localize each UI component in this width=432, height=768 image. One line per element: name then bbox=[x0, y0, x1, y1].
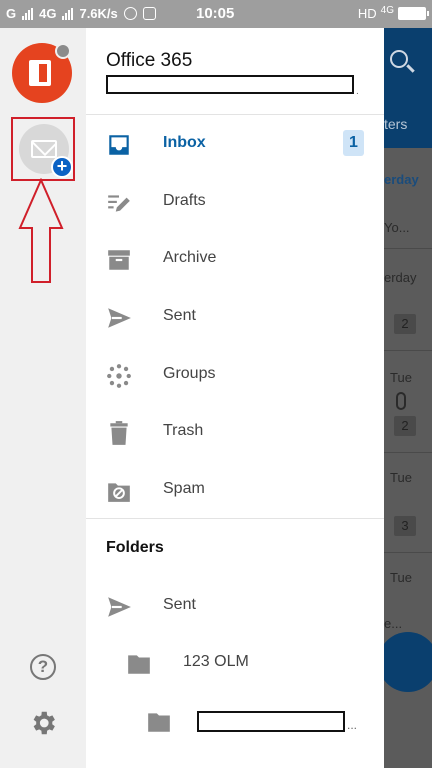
nav-label: Drafts bbox=[163, 192, 206, 209]
folder-item-sent[interactable]: Sent bbox=[86, 578, 384, 634]
unread-badge: 1 bbox=[343, 130, 364, 156]
trash-icon bbox=[110, 421, 128, 445]
nav-item-spam[interactable]: Spam bbox=[86, 462, 384, 518]
arrow-up-icon bbox=[18, 178, 64, 283]
thread-count: 2 bbox=[394, 416, 416, 436]
account-rail: + ? bbox=[0, 28, 86, 768]
row-divider bbox=[384, 248, 432, 249]
row-divider bbox=[384, 350, 432, 351]
nav-item-inbox[interactable]: Inbox 1 bbox=[86, 116, 384, 172]
message-snippet: Yo... bbox=[384, 220, 410, 235]
row-divider bbox=[384, 452, 432, 453]
thread-count: 3 bbox=[394, 516, 416, 536]
archive-icon bbox=[108, 250, 130, 270]
nav-label: Sent bbox=[163, 307, 196, 324]
navigation-drawer: Office 365 . Inbox 1 Drafts Archive Sent bbox=[86, 28, 384, 768]
filters-label: ters bbox=[384, 116, 408, 132]
folder-label: Sent bbox=[163, 596, 196, 613]
status-dot-icon bbox=[55, 43, 71, 59]
spam-folder-icon bbox=[108, 483, 130, 502]
nav-item-sent[interactable]: Sent bbox=[86, 289, 384, 345]
carrier-2: 4G bbox=[39, 6, 57, 21]
carrier-1: G bbox=[6, 6, 17, 21]
nav-item-groups[interactable]: Groups bbox=[86, 347, 384, 403]
nav-item-trash[interactable]: Trash bbox=[86, 404, 384, 460]
folder-item-123-olm[interactable]: 123 OLM bbox=[86, 635, 384, 691]
folder-ellipsis: ... bbox=[347, 718, 358, 732]
help-icon[interactable]: ? bbox=[30, 654, 56, 680]
office-logo-icon bbox=[29, 60, 51, 86]
nav-label: Inbox bbox=[163, 134, 206, 151]
envelope-icon bbox=[31, 140, 57, 158]
screenshot-icon bbox=[142, 7, 156, 20]
compose-button[interactable] bbox=[384, 632, 432, 692]
divider bbox=[86, 518, 384, 519]
date-header: erday bbox=[384, 172, 419, 187]
signal-icon bbox=[22, 7, 34, 20]
signal-icon-2 bbox=[62, 7, 74, 20]
nav-item-drafts[interactable]: Drafts bbox=[86, 174, 384, 230]
folder-icon bbox=[148, 713, 170, 732]
inbox-icon bbox=[109, 135, 129, 155]
row-divider bbox=[384, 552, 432, 553]
background-header: ters bbox=[384, 28, 432, 148]
network-label: 4G bbox=[380, 5, 394, 16]
nav-label: Spam bbox=[163, 480, 205, 497]
gear-icon[interactable] bbox=[28, 708, 58, 738]
status-bar: G 4G 7.6K/s 10:05 HD 4G bbox=[0, 0, 432, 28]
status-left: G 4G 7.6K/s bbox=[6, 6, 156, 21]
message-date: Tue bbox=[390, 370, 412, 385]
search-icon bbox=[390, 50, 408, 68]
message-date: Tue bbox=[390, 570, 412, 585]
groups-icon bbox=[107, 364, 131, 388]
hd-label: HD bbox=[357, 6, 377, 21]
plus-icon: + bbox=[51, 156, 73, 178]
thread-count: 2 bbox=[394, 314, 416, 334]
status-right: HD 4G bbox=[357, 5, 429, 21]
send-icon bbox=[108, 597, 131, 617]
folders-heading: Folders bbox=[106, 539, 164, 556]
status-time: 10:05 bbox=[196, 5, 235, 22]
attachment-icon bbox=[396, 392, 406, 410]
drafts-pencil-icon bbox=[108, 195, 130, 212]
send-icon bbox=[108, 308, 131, 328]
account-name: Office 365 bbox=[106, 50, 193, 71]
notification-icon bbox=[123, 7, 137, 20]
account-ellipsis: . bbox=[356, 86, 359, 97]
network-speed: 7.6K/s bbox=[79, 6, 118, 21]
nav-label: Trash bbox=[163, 422, 204, 439]
divider bbox=[86, 114, 384, 115]
message-snippet: e... bbox=[384, 616, 403, 631]
message-date: Tue bbox=[390, 470, 412, 485]
battery-icon bbox=[398, 7, 429, 20]
nav-item-archive[interactable]: Archive bbox=[86, 231, 384, 287]
folder-label: 123 OLM bbox=[183, 653, 249, 670]
nav-label: Groups bbox=[163, 365, 216, 382]
message-date: erday bbox=[384, 270, 417, 285]
background-mail-list: ters erday Yo... erday 2 Tue 2 Tue 3 Tue… bbox=[384, 28, 432, 768]
folder-icon bbox=[128, 655, 150, 674]
add-account-highlight: + bbox=[11, 117, 75, 181]
nav-label: Archive bbox=[163, 249, 217, 266]
folder-name-redacted bbox=[197, 711, 345, 732]
account-email-redacted bbox=[106, 75, 354, 94]
